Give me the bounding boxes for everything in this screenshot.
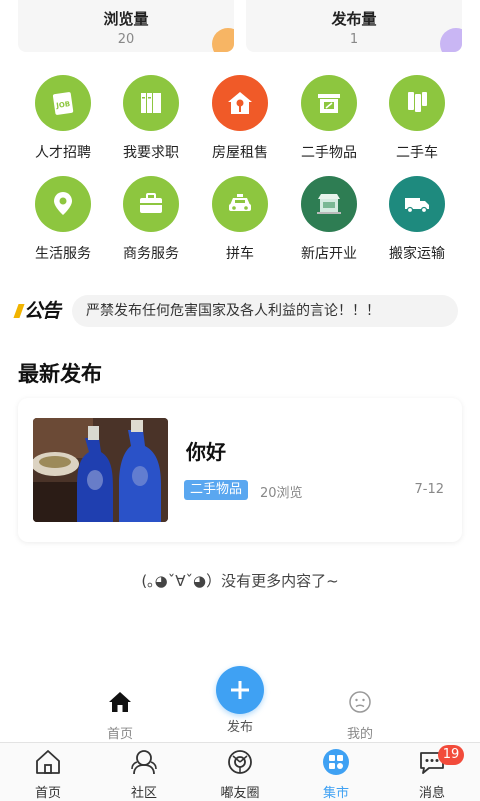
tab-label: 消息	[418, 786, 445, 801]
views-label: 浏览量	[103, 10, 149, 28]
views-stat-card[interactable]: 浏览量 20	[18, 0, 234, 52]
job-card-icon: JOB	[35, 75, 91, 131]
notice-slash-icon	[13, 304, 25, 318]
category-used-car[interactable]: 二手车	[372, 75, 462, 175]
stats-panel: 浏览量 20 发布量 1	[18, 0, 462, 52]
mini-tab-home[interactable]: 首页	[80, 690, 160, 742]
category-carpool[interactable]: 拼车	[195, 176, 285, 276]
location-pin-icon	[35, 176, 91, 232]
notice-bar[interactable]: 严禁发布任何危害国家及各人利益的言论！！！	[72, 295, 458, 327]
market-icon	[323, 749, 349, 775]
folders-icon	[123, 75, 179, 131]
category-life-services[interactable]: 生活服务	[18, 176, 108, 276]
tab-home[interactable]: 首页	[0, 747, 96, 801]
category-label: 二手物品	[301, 145, 357, 161]
tab-moments[interactable]: 嘟友圈	[192, 747, 288, 801]
latest-section-title: 最新发布	[18, 362, 102, 386]
tab-market[interactable]: 集市	[288, 747, 384, 801]
car-icon	[389, 75, 445, 131]
posts-stat-card[interactable]: 发布量 1	[246, 0, 462, 52]
category-business-services[interactable]: 商务服务	[106, 176, 196, 276]
home-icon	[36, 750, 60, 774]
category-label: 生活服务	[35, 246, 91, 262]
post-views: 20浏览	[260, 486, 303, 501]
category-secondhand[interactable]: 二手物品	[284, 75, 374, 175]
category-label: 搬家运输	[389, 246, 445, 262]
category-label: 我要求职	[123, 145, 179, 161]
storefront-icon	[301, 176, 357, 232]
mini-tab-home-label: 首页	[106, 727, 133, 742]
face-icon	[349, 691, 371, 713]
shop-icon	[301, 75, 357, 131]
mini-tab-mine-label: 我的	[346, 727, 373, 742]
category-label: 人才招聘	[35, 145, 91, 161]
publish-label: 发布	[226, 720, 253, 735]
moments-icon	[228, 750, 252, 774]
post-card[interactable]: 你好 二手物品 20浏览 7-12	[18, 398, 462, 542]
notice-text: 严禁发布任何危害国家及各人利益的言论！！！	[86, 303, 380, 319]
tab-messages[interactable]: 消息 19	[384, 745, 480, 801]
tab-label: 嘟友圈	[220, 786, 260, 801]
category-moving[interactable]: 搬家运输	[372, 176, 462, 276]
views-value: 20	[117, 32, 135, 47]
home-filled-icon	[109, 692, 131, 712]
category-label: 二手车	[396, 145, 438, 161]
post-category-tag: 二手物品	[184, 480, 249, 500]
publish-fab-button[interactable]	[216, 666, 264, 714]
briefcase-icon	[123, 176, 179, 232]
category-label: 拼车	[226, 246, 254, 262]
post-thumbnail[interactable]	[33, 418, 168, 522]
category-recruitment[interactable]: JOB 人才招聘	[18, 75, 108, 175]
notice-logo: 公告	[13, 296, 61, 323]
category-label: 房屋租售	[212, 145, 268, 161]
tab-label: 社区	[130, 786, 157, 801]
post-title: 你好	[186, 440, 226, 464]
bottom-tab-bar: 首页 社区 嘟友圈 集市 消息 19	[0, 742, 480, 801]
notice-logo-text: 公告	[24, 300, 61, 322]
tab-community[interactable]: 社区	[96, 747, 192, 801]
category-housing[interactable]: 房屋租售	[195, 75, 285, 175]
community-icon	[131, 750, 157, 775]
tab-label: 集市	[322, 786, 349, 801]
unread-badge: 19	[438, 745, 464, 765]
post-date: 7-12	[414, 482, 444, 497]
posts-value: 1	[349, 32, 359, 47]
category-label: 新店开业	[301, 246, 357, 262]
house-key-icon	[212, 75, 268, 131]
tab-label: 首页	[34, 786, 61, 801]
plus-icon	[231, 681, 249, 699]
category-new-store[interactable]: 新店开业	[284, 176, 374, 276]
taxi-icon	[212, 176, 268, 232]
mini-tab-mine[interactable]: 我的	[320, 690, 400, 742]
truck-icon	[389, 176, 445, 232]
category-job-seeking[interactable]: 我要求职	[106, 75, 196, 175]
category-label: 商务服务	[123, 246, 179, 262]
posts-label: 发布量	[331, 10, 377, 28]
no-more-content-text: (｡◕ˇ∀ˇ◕）没有更多内容了~	[141, 572, 339, 590]
